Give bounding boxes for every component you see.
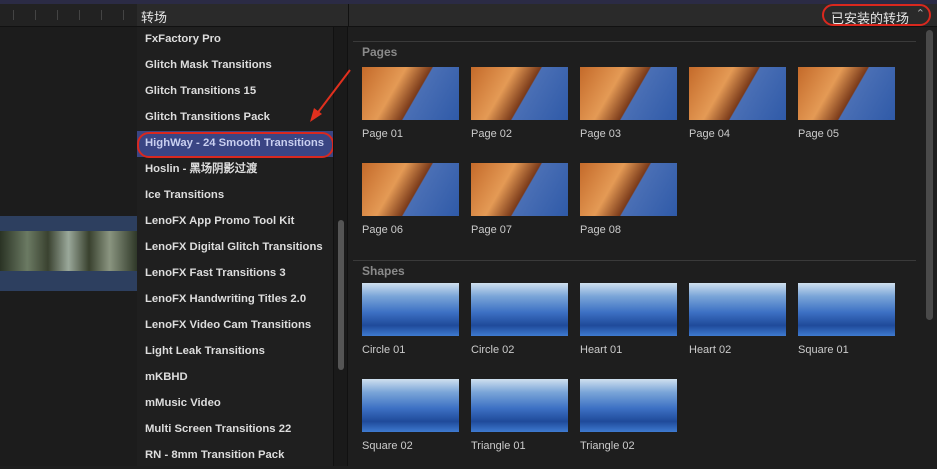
transition-tile[interactable]: Heart 02 (689, 283, 786, 356)
transition-label: Page 04 (689, 128, 730, 140)
category-item[interactable]: HighWay - 24 Smooth Transitions (137, 131, 334, 158)
category-item[interactable]: LenoFX Digital Glitch Transitions (137, 235, 333, 261)
transition-thumbnail (362, 163, 459, 216)
installed-transitions-popup[interactable]: 已安装的转场 ⌃ (821, 4, 931, 26)
panel-title: 转场 (141, 10, 168, 25)
transition-tile[interactable]: Page 03 (580, 67, 677, 140)
browser-header: 转场 已安装的转场 ⌃ (137, 4, 937, 27)
transition-tile[interactable]: Heart 01 (580, 283, 677, 356)
transition-thumbnail (689, 67, 786, 120)
category-item[interactable]: LenoFX Fast Transitions 3 (137, 261, 333, 287)
transition-thumbnail (798, 283, 895, 336)
timeline-clip[interactable] (0, 216, 137, 291)
category-list: FxFactory Pro Glitch Mask Transitions Glit… (137, 27, 334, 469)
section-title: Pages (362, 45, 398, 59)
category-item[interactable]: Glitch Mask Transitions (137, 53, 333, 79)
chevron-up-down-icon: ⌃ (915, 8, 925, 20)
category-scrollbar[interactable] (333, 27, 348, 466)
transition-thumbnail (362, 283, 459, 336)
category-item[interactable]: Hoslin - 黑场阴影过渡 (137, 157, 333, 183)
transition-tile[interactable]: Page 01 (362, 67, 459, 140)
transition-thumbnail (580, 379, 677, 432)
scrollbar-thumb[interactable] (338, 220, 344, 370)
transitions-grid: Pages Page 01 Page 02 Page 03 Page 04 Page 05… (349, 27, 922, 466)
transition-thumbnail (471, 283, 568, 336)
transition-tile[interactable]: Page 07 (471, 163, 568, 236)
transition-label: Page 06 (362, 224, 403, 236)
section-divider (353, 41, 916, 42)
transition-label: Page 01 (362, 128, 403, 140)
transition-label: Heart 02 (689, 344, 732, 356)
category-item[interactable]: mMusic Video (137, 391, 333, 417)
transition-tile[interactable]: Circle 01 (362, 283, 459, 356)
timeline-ruler[interactable] (0, 4, 137, 27)
transition-tile[interactable]: Page 06 (362, 163, 459, 236)
transition-tile[interactable]: Page 02 (471, 67, 568, 140)
transition-tile[interactable]: Page 04 (689, 67, 786, 140)
transition-label: Square 01 (798, 344, 849, 356)
transition-label: Circle 01 (362, 344, 406, 356)
clip-filmstrip (0, 231, 137, 271)
transition-label: Page 08 (580, 224, 621, 236)
transition-label: Page 07 (471, 224, 512, 236)
transition-label: Page 03 (580, 128, 621, 140)
category-item[interactable]: Light Leak Transitions (137, 339, 333, 365)
category-item[interactable]: LenoFX Handwriting Titles 2.0 (137, 287, 333, 313)
transition-label: Square 02 (362, 440, 413, 452)
transition-tile[interactable]: Square 02 (362, 379, 459, 452)
category-item[interactable]: LenoFX Video Cam Transitions (137, 313, 333, 339)
transition-thumbnail (362, 379, 459, 432)
transition-thumbnail (580, 283, 677, 336)
category-item[interactable]: Glitch Transitions Pack (137, 105, 333, 131)
transition-tile[interactable]: Circle 02 (471, 283, 568, 356)
transition-label: Triangle 02 (580, 440, 635, 452)
timeline-panel (0, 4, 137, 466)
category-item[interactable]: mKBHD (137, 365, 333, 391)
transition-thumbnail (580, 163, 677, 216)
grid-scrollbar[interactable] (922, 27, 937, 466)
transition-thumbnail (362, 67, 459, 120)
transition-label: Circle 02 (471, 344, 515, 356)
transition-thumbnail (580, 67, 677, 120)
category-item[interactable]: Ice Transitions (137, 183, 333, 209)
category-item[interactable]: Glitch Transitions 15 (137, 79, 333, 105)
divider (348, 4, 349, 27)
transition-thumbnail (798, 67, 895, 120)
transition-thumbnail (471, 67, 568, 120)
transition-thumbnail (689, 283, 786, 336)
transition-tile[interactable]: Square 01 (798, 283, 895, 356)
scrollbar-thumb[interactable] (926, 30, 933, 320)
category-item[interactable]: LenoFX App Promo Tool Kit (137, 209, 333, 235)
category-item[interactable]: RN - 8mm Transition Pack (137, 443, 333, 469)
category-item[interactable]: Multi Screen Transitions 22 (137, 417, 333, 443)
transition-thumbnail (471, 379, 568, 432)
transition-tile[interactable]: Page 05 (798, 67, 895, 140)
transition-label: Triangle 01 (471, 440, 526, 452)
transition-tile[interactable]: Triangle 02 (580, 379, 677, 452)
picker-label: 已安装的转场 (830, 11, 909, 26)
transition-label: Page 02 (471, 128, 512, 140)
transition-thumbnail (471, 163, 568, 216)
section-divider (353, 260, 916, 261)
transition-tile[interactable]: Page 08 (580, 163, 677, 236)
transition-label: Heart 01 (580, 344, 623, 356)
transition-tile[interactable]: Triangle 01 (471, 379, 568, 452)
transition-label: Page 05 (798, 128, 839, 140)
section-title: Shapes (362, 264, 405, 278)
category-item[interactable]: FxFactory Pro (137, 27, 333, 53)
